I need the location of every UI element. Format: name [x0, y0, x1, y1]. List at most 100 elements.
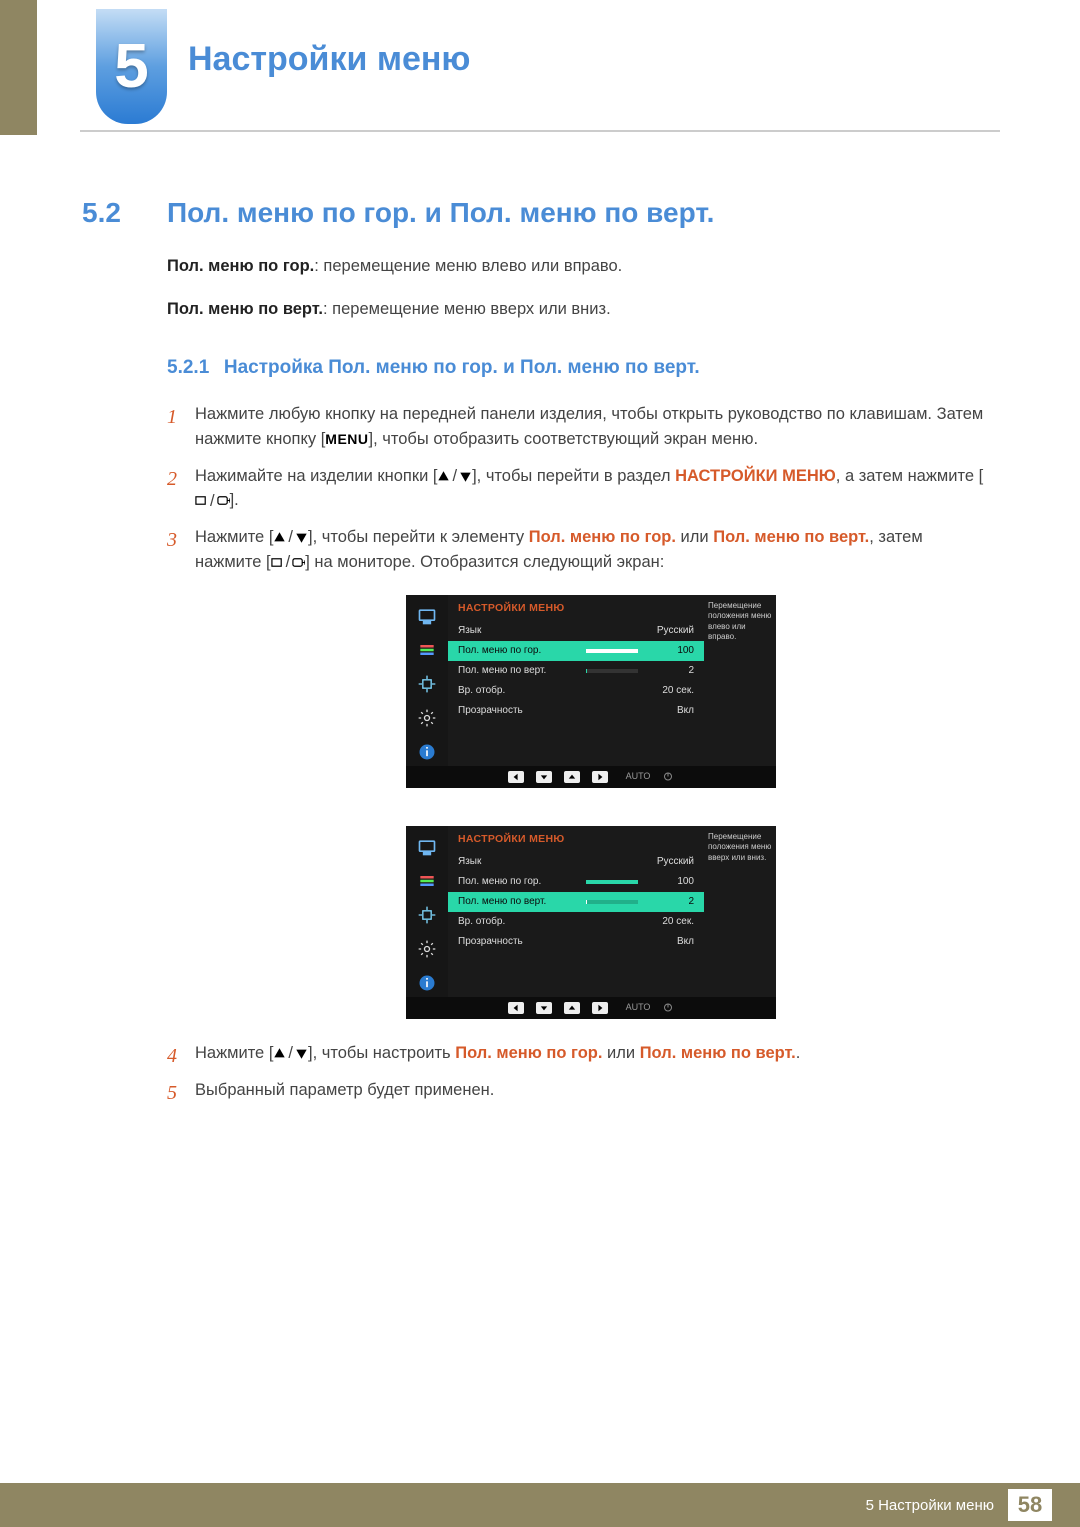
position-icon — [416, 904, 438, 926]
subsection-heading: 5.2.1 Настройка Пол. меню по гор. и Пол.… — [167, 354, 987, 383]
enter-source-icon: / — [271, 550, 306, 575]
osd-label: Пол. меню по верт. — [458, 663, 578, 678]
position-icon — [416, 673, 438, 695]
body: Пол. меню по гор.: перемещение меню влев… — [167, 254, 987, 1115]
updown-icon: / — [273, 1041, 308, 1066]
osd-row-hpos: Пол. меню по гор.100 — [448, 872, 704, 892]
step-3: Нажмите [/], чтобы перейти к элементу По… — [167, 525, 987, 1019]
osd-row-hpos: Пол. меню по гор. 100 — [448, 641, 704, 661]
osd-row-vpos: Пол. меню по верт. 2 — [448, 661, 704, 681]
osd-screenshots: НАСТРОЙКИ МЕНЮ Язык Русский Пол. меню по … — [195, 595, 987, 1019]
step4-c: . — [796, 1044, 801, 1062]
osd-label: Язык — [458, 623, 578, 638]
step4-v: Пол. меню по верт. — [640, 1044, 796, 1062]
osd-value: 2 — [646, 894, 694, 909]
osd-row-vpos: Пол. меню по верт. 2 — [448, 892, 704, 912]
step3-d: ] на мониторе. Отобразится следующий экр… — [305, 553, 664, 571]
nav-up-icon — [564, 771, 580, 783]
subsection-title: Настройка Пол. меню по гор. и Пол. меню … — [224, 357, 700, 378]
osd-row-lang: ЯзыкРусский — [448, 852, 704, 872]
step2-d: ]. — [230, 491, 239, 509]
step4-h: Пол. меню по гор. — [455, 1044, 602, 1062]
updown-icon: / — [273, 525, 308, 550]
osd-row-time: Вр. отобр. 20 сек. — [448, 912, 704, 932]
osd-value: Русский — [646, 623, 694, 638]
step4-or: или — [602, 1044, 639, 1062]
side-stripe — [0, 0, 37, 135]
nav-right-icon — [592, 1002, 608, 1014]
enter-source-icon: / — [195, 489, 230, 514]
settings-icon — [416, 707, 438, 729]
osd-row-lang: Язык Русский — [448, 621, 704, 641]
chapter-number: 5 — [114, 31, 148, 102]
nav-up-icon — [564, 1002, 580, 1014]
intro-horizontal: Пол. меню по гор.: перемещение меню влев… — [167, 254, 987, 279]
osd-label: Пол. меню по верт. — [458, 894, 578, 909]
step-2: Нажимайте на изделии кнопки [/], чтобы п… — [167, 464, 987, 514]
info-icon — [416, 741, 438, 763]
osd-title: НАСТРОЙКИ МЕНЮ — [448, 595, 704, 621]
nav-right-icon — [592, 771, 608, 783]
osd-nav: AUTO — [406, 766, 776, 788]
osd-slider — [586, 669, 638, 673]
steps-list: Нажмите любую кнопку на передней панели … — [167, 402, 987, 1103]
picture-icon — [416, 605, 438, 627]
osd-label: Прозрачность — [458, 934, 578, 949]
osd-value: 100 — [646, 874, 694, 889]
osd-row-time: Вр. отобр.20 сек. — [448, 681, 704, 701]
osd-value: 20 сек. — [646, 914, 694, 929]
osd-sidebar — [406, 595, 448, 788]
updown-icon: / — [437, 464, 472, 489]
step4-a: Нажмите [ — [195, 1044, 273, 1062]
osd-slider — [586, 900, 638, 904]
step3-or: или — [676, 528, 713, 546]
osd-tip: Перемещение положения меню влево или впр… — [708, 601, 772, 643]
subsection-number: 5.2.1 — [167, 357, 209, 378]
nav-auto: AUTO — [626, 770, 651, 784]
color-icon — [416, 639, 438, 661]
nav-down-icon — [536, 771, 552, 783]
osd-tip: Перемещение положения меню вверх или вни… — [708, 832, 772, 863]
step4-b: ], чтобы настроить — [308, 1044, 455, 1062]
osd-value: 100 — [646, 643, 694, 658]
settings-icon — [416, 938, 438, 960]
osd-value: Вкл — [646, 934, 694, 949]
chapter-title: Настройки меню — [188, 40, 470, 79]
osd-title: НАСТРОЙКИ МЕНЮ — [448, 826, 704, 852]
intro-v-bold: Пол. меню по верт. — [167, 300, 323, 318]
footer-text: 5 Настройки меню — [866, 1497, 994, 1514]
osd-label: Пол. меню по гор. — [458, 643, 578, 658]
step3-b: ], чтобы перейти к элементу — [308, 528, 529, 546]
osd-slider — [586, 880, 638, 884]
osd-vpos: НАСТРОЙКИ МЕНЮ ЯзыкРусский Пол. меню по … — [406, 826, 776, 1019]
step3-a: Нажмите [ — [195, 528, 273, 546]
intro-v-rest: : перемещение меню вверх или вниз. — [323, 300, 611, 318]
nav-auto: AUTO — [626, 1001, 651, 1015]
osd-value: Русский — [646, 854, 694, 869]
osd-hpos: НАСТРОЙКИ МЕНЮ Язык Русский Пол. меню по … — [406, 595, 776, 788]
nav-down-icon — [536, 1002, 552, 1014]
step2-b: ], чтобы перейти в раздел — [472, 467, 675, 485]
footer-page-number: 58 — [1008, 1489, 1052, 1521]
nav-left-icon — [508, 1002, 524, 1014]
step1-b: ], чтобы отобразить соответствующий экра… — [369, 430, 759, 448]
step-4: Нажмите [/], чтобы настроить Пол. меню п… — [167, 1041, 987, 1066]
osd-value: Вкл — [646, 703, 694, 718]
osd-sidebar — [406, 826, 448, 1019]
osd-slider — [586, 649, 638, 653]
osd-nav: AUTO — [406, 997, 776, 1019]
step3-v: Пол. меню по верт. — [713, 528, 869, 546]
chapter-tab: 5 — [96, 9, 167, 124]
info-icon — [416, 972, 438, 994]
intro-vertical: Пол. меню по верт.: перемещение меню вве… — [167, 297, 987, 322]
osd-value: 2 — [646, 663, 694, 678]
header-rule — [80, 130, 1000, 132]
section-number: 5.2 — [82, 197, 121, 229]
page: 5 Настройки меню 5.2 Пол. меню по гор. и… — [0, 0, 1080, 1527]
osd-main: НАСТРОЙКИ МЕНЮ ЯзыкРусский Пол. меню по … — [448, 826, 704, 997]
picture-icon — [416, 836, 438, 858]
color-icon — [416, 870, 438, 892]
osd-label: Вр. отобр. — [458, 914, 578, 929]
step2-c: , а затем нажмите [ — [836, 467, 983, 485]
osd-label: Вр. отобр. — [458, 683, 578, 698]
